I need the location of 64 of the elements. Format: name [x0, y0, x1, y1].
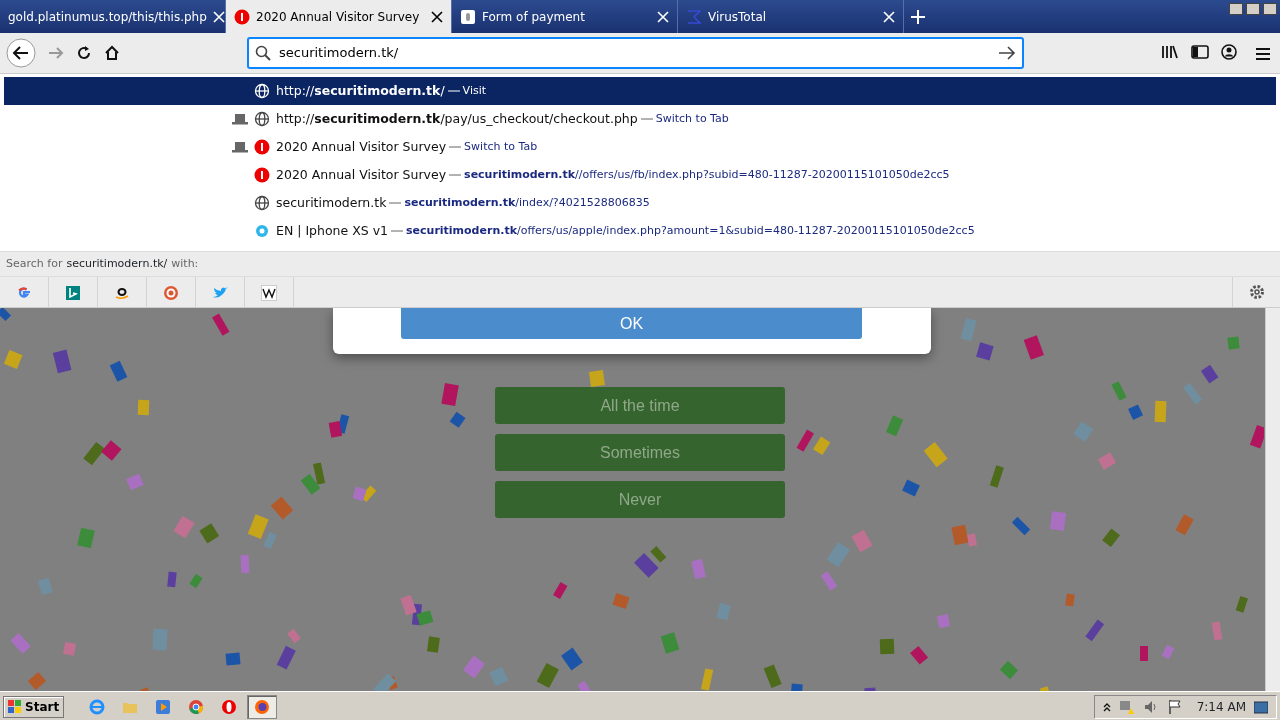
suggestion-title: EN | Iphone XS v1 [276, 221, 388, 240]
google-icon [16, 285, 32, 301]
search-query: securitimodern.tk/ [66, 255, 168, 272]
globe-icon [254, 195, 270, 211]
window-control-icon[interactable] [1246, 3, 1260, 15]
bird-icon [212, 285, 228, 301]
search-for-label: with: [171, 255, 199, 272]
globe-icon [254, 111, 270, 127]
browser-icon [89, 698, 106, 715]
suggestion-url: securitimodern.tk/index/?4021528806835 [404, 194, 650, 211]
flag-icon[interactable] [1166, 698, 1183, 715]
suggestion-url: securitimodern.tk//offers/us/fb/index.php?subid=480-11287-20200115101050de2cc5 [464, 166, 950, 183]
settings-icon[interactable] [1247, 283, 1266, 301]
window-control-icon[interactable] [1263, 3, 1277, 15]
suggestion-item[interactable]: EN | Iphone XS v1 securitimodern.tk/offers/us/apple/index.php?amount=1&subid=480-11287-20200115101050de2cc5 [4, 217, 1276, 245]
windows-logo-icon [8, 699, 22, 714]
taskbar-app[interactable] [247, 694, 278, 719]
show-desktop-icon[interactable] [1254, 699, 1268, 714]
suggestion-title: securitimodern.tk [276, 193, 387, 212]
scrollbar[interactable] [1265, 308, 1280, 691]
new-tab-icon[interactable] [910, 8, 926, 25]
suggestion-url: Visit [462, 82, 487, 99]
back-icon[interactable] [6, 38, 36, 68]
media-player-icon [155, 698, 172, 715]
suggestion-title: 2020 Annual Visitor Survey [276, 137, 447, 156]
clock: 7:14 AM [1196, 698, 1246, 716]
tab[interactable]: 2020 Annual Visitor Survey [226, 0, 452, 33]
suggestion-url: securitimodern.tk/offers/us/apple/index.php?amount=1&subid=480-11287-20200115101050de2cc5 [406, 222, 975, 239]
go-arrow-icon[interactable] [998, 45, 1016, 61]
suggestion-item[interactable]: securitimodern.tk securitimodern.tk/index/?4021528806835 [4, 189, 1276, 217]
suggestion-title: http://securitimodern.tk/ [276, 81, 445, 100]
close-icon[interactable] [431, 11, 443, 23]
suggestion-item[interactable]: 2020 Annual Visitor Survey securitimodern.tk//offers/us/fb/index.php?subid=480-11287-20200115101050de2cc5 [4, 161, 1276, 189]
start-button[interactable]: Start [3, 695, 65, 718]
account-icon[interactable] [1221, 44, 1237, 60]
sigma-icon [686, 8, 702, 25]
page-icon [460, 8, 476, 25]
alert-icon [254, 139, 270, 155]
alert-icon [254, 167, 270, 183]
address-bar[interactable]: securitimodern.tk/ [248, 38, 1023, 68]
opera-icon [221, 698, 238, 715]
suggestion-url: Switch to Tab [464, 138, 538, 155]
sidebar-icon[interactable] [1191, 44, 1209, 60]
home-icon[interactable] [104, 45, 120, 61]
chrome-icon [188, 698, 205, 715]
suggestion-item[interactable]: http://securitimodern.tk/ Visit [4, 77, 1276, 105]
search-icon [255, 45, 271, 61]
reload-icon[interactable] [76, 45, 92, 61]
menu-icon[interactable] [1255, 45, 1271, 62]
suggestion-item[interactable]: 2020 Annual Visitor Survey Switch to Tab [4, 133, 1276, 161]
search-for-label: Search for [6, 255, 63, 272]
suggestion-title: http://securitimodern.tk/pay/us_checkout/checkout.php [276, 109, 638, 128]
library-icon[interactable] [1161, 44, 1179, 60]
chevron-up-icon[interactable] [1102, 701, 1111, 712]
amazon-icon [114, 285, 130, 301]
globe-icon [254, 83, 270, 99]
suggestion-item[interactable]: http://securitimodern.tk/pay/us_checkout/checkout.php Switch to Tab [4, 105, 1276, 133]
suggestion-title: 2020 Annual Visitor Survey [276, 165, 447, 184]
alert-icon [234, 8, 250, 25]
ok-button[interactable]: OK [401, 308, 862, 339]
suggestion-url: Switch to Tab [655, 110, 729, 127]
wikipedia-icon [261, 285, 277, 301]
bing-icon [65, 285, 81, 301]
window-control-icon[interactable] [1229, 3, 1243, 15]
